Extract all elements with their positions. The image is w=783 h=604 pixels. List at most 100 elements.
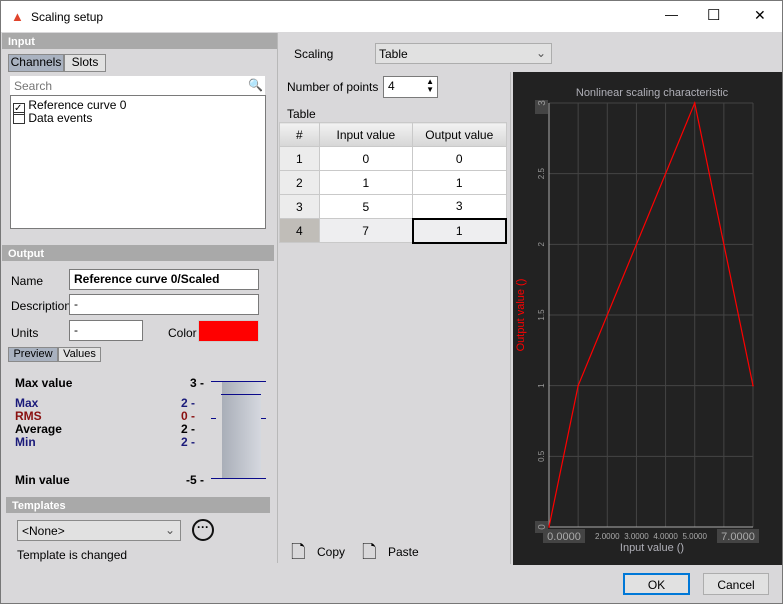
x-tick-label: 4.0000 [653,532,678,541]
chart-background [513,72,783,565]
y-axis-label: Output value () [515,279,527,352]
output-value-cell[interactable]: 0 [412,146,507,171]
templates-section-header: Templates [6,497,270,513]
more-options-icon[interactable]: ··· [192,519,214,541]
average-stat: 2 - [181,422,196,436]
max-stat: 2 - [181,396,196,410]
output-section-header: Output [2,245,274,261]
points-label: Number of points [287,80,379,94]
cancel-button[interactable]: Cancel [703,573,769,595]
y-tick-label: 0 [537,524,548,530]
search-input[interactable] [10,76,265,95]
template-dropdown[interactable]: <None> ⌄ [17,520,181,541]
x-tick-label: 5.0000 [682,532,707,541]
column-header-output[interactable]: Output value [412,122,507,147]
maximize-button[interactable]: ☐ [707,6,720,24]
max-value: 3 - [190,376,205,390]
minimize-button[interactable]: — [665,7,678,22]
column-header-index[interactable]: # [279,122,320,147]
row-index[interactable]: 3 [279,194,320,219]
color-swatch[interactable] [198,320,259,342]
template-selected: <None> [22,524,65,538]
table-row[interactable]: 100 [279,146,507,171]
units-label: Units [11,326,39,340]
splitter[interactable] [277,33,278,563]
max-line [221,394,261,395]
tab-channels[interactable]: Channels [8,54,64,72]
y-tick-label: 2 [537,242,546,247]
spin-arrows-icon[interactable]: ▲ ▼ [426,78,434,94]
y-tick-label: 3 [537,100,548,106]
row-index[interactable]: 4 [279,218,320,243]
scaling-chart: Nonlinear scaling characteristic Input v… [513,72,783,565]
x-tick-label: 7.0000 [721,531,755,543]
min-label: Min [15,435,36,449]
scaling-selected: Table [379,47,408,61]
max-label: Max [15,396,39,410]
input-value-cell[interactable]: 0 [318,146,414,171]
tab-values[interactable]: Values [58,347,101,362]
paste-button[interactable]: Paste [388,545,419,559]
input-section-header: Input [2,33,278,49]
y-tick-label: 1.5 [537,309,546,321]
description-field[interactable]: - [69,294,259,315]
max-value-label: Max value [15,376,73,390]
splitter[interactable] [510,72,511,564]
name-field[interactable]: Reference curve 0/Scaled [69,269,259,290]
min-stat: 2 - [181,435,196,449]
max-value-line [211,381,266,382]
column-header-input[interactable]: Input value [318,122,414,147]
rms-stat: 0 - [181,409,196,423]
points-stepper[interactable]: 4 ▲ ▼ [383,76,438,98]
points-table: # Input value Output value 100211353471 [279,122,508,244]
copy-button[interactable]: Copy [317,545,345,559]
min-value-label: Min value [15,473,70,487]
close-button[interactable]: ✕ [754,7,766,24]
copy-icon[interactable]: 🗋 [291,540,313,564]
scaling-dropdown[interactable]: Table ⌄ [375,43,552,64]
row-index[interactable]: 1 [279,146,320,171]
preview-bar [222,382,261,478]
paste-icon[interactable]: 🗋 [362,540,384,564]
x-tick-label: 2.0000 [595,532,620,541]
table-row[interactable]: 353 [279,194,507,219]
rms-line [211,418,216,419]
output-value-cell[interactable]: 3 [412,194,507,219]
units-field[interactable]: - [69,320,143,341]
channel-label: Data events [28,111,93,125]
input-value-cell[interactable]: 7 [318,218,414,243]
data-point [548,526,550,528]
row-index[interactable]: 2 [279,170,320,195]
min-value-line [211,478,266,479]
input-value-cell[interactable]: 5 [318,194,414,219]
chart-title: Nonlinear scaling characteristic [576,87,729,99]
x-tick-label: 3.0000 [624,532,649,541]
ok-button[interactable]: OK [623,573,690,595]
app-logo-icon: ▲ [11,9,24,24]
y-tick-label: 2.5 [537,168,546,180]
tab-slots[interactable]: Slots [64,54,106,72]
tab-preview[interactable]: Preview [8,347,58,362]
list-item[interactable]: Data events [13,111,92,125]
search-icon[interactable]: 🔍 [248,78,263,92]
table-row[interactable]: 471 [279,217,508,244]
output-value-cell[interactable]: 1 [411,217,508,244]
template-status: Template is changed [17,548,128,562]
checkbox-unchecked[interactable] [13,112,25,124]
rms-label: RMS [15,409,42,423]
data-point [752,384,754,387]
description-label: Description [11,299,72,313]
channel-list: ✓ Reference curve 0 Data events [10,95,266,229]
y-tick-label: 0.5 [537,450,546,462]
table-row[interactable]: 211 [279,170,507,195]
title-bar: ▲ Scaling setup — ☐ ✕ [0,0,783,32]
window-title: Scaling setup [31,10,104,24]
output-value-cell[interactable]: 1 [412,170,507,195]
rms-line [261,418,266,419]
name-label: Name [11,274,44,288]
x-axis-label: Input value () [620,542,684,554]
channel-label: Reference curve 0 [28,98,127,112]
color-label: Color [168,326,197,340]
points-value: 4 [388,79,395,93]
input-value-cell[interactable]: 1 [318,170,414,195]
